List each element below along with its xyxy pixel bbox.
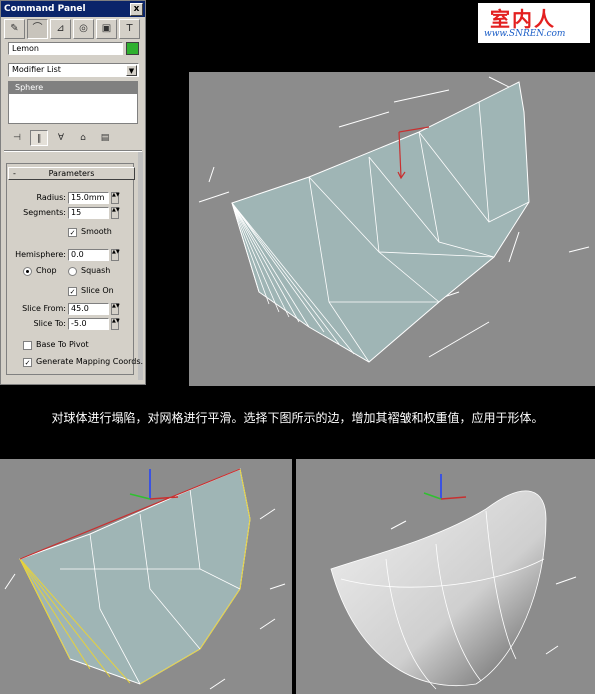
generate-mapping-label: Generate Mapping Coords. bbox=[36, 357, 144, 366]
slice-to-spinner[interactable]: ▲▼ bbox=[111, 318, 120, 330]
instruction-caption: 对球体进行塌陷，对网格进行平滑。选择下图所示的边，增加其褶皱和权重值，应用于形体… bbox=[51, 411, 544, 425]
panel-scrollbar[interactable] bbox=[138, 152, 143, 380]
lemon-wireframe bbox=[198, 76, 590, 363]
slice-on-checkbox[interactable]: ✓ bbox=[68, 287, 77, 296]
radius-label: Radius: bbox=[36, 193, 66, 202]
slice-to-label: Slice To: bbox=[33, 319, 66, 328]
base-to-pivot-label: Base To Pivot bbox=[36, 340, 89, 349]
hemisphere-spinner[interactable]: ▲▼ bbox=[111, 249, 120, 261]
slice-from-input[interactable]: 45.0 bbox=[68, 303, 109, 315]
main-viewport[interactable] bbox=[189, 72, 595, 386]
remove-modifier-icon[interactable]: ⌂ bbox=[74, 130, 92, 146]
logo-text: 室内人 bbox=[490, 7, 556, 31]
hemisphere-input[interactable]: 0.0 bbox=[68, 249, 109, 261]
base-to-pivot-checkbox[interactable] bbox=[23, 341, 32, 350]
parameters-rollout-header[interactable]: - Parameters bbox=[8, 167, 135, 180]
modifier-stack: Sphere bbox=[8, 81, 138, 124]
generate-mapping-checkbox[interactable]: ✓ bbox=[23, 358, 32, 367]
collapse-icon[interactable]: - bbox=[13, 168, 16, 179]
chop-radio[interactable] bbox=[23, 267, 32, 276]
lemon-edges-selected bbox=[4, 468, 286, 690]
chevron-down-icon[interactable]: ▼ bbox=[126, 65, 137, 76]
slice-from-spinner[interactable]: ▲▼ bbox=[111, 303, 120, 315]
close-icon[interactable]: x bbox=[130, 3, 143, 16]
radius-spinner[interactable]: ▲▼ bbox=[111, 192, 120, 204]
command-panel-title: Command Panel bbox=[4, 4, 86, 14]
segments-spinner[interactable]: ▲▼ bbox=[111, 207, 120, 219]
lemon-smoothed bbox=[330, 474, 577, 690]
logo-url: www.SNREN.com bbox=[484, 29, 566, 39]
bottom-left-viewport[interactable] bbox=[0, 459, 292, 694]
make-unique-icon[interactable]: ∀ bbox=[52, 130, 70, 146]
radius-input[interactable]: 15.0mm bbox=[68, 192, 109, 204]
command-panel-titlebar: Command Panel x bbox=[1, 1, 145, 17]
squash-radio[interactable] bbox=[68, 267, 77, 276]
motion-tab-icon[interactable]: ◎ bbox=[73, 19, 94, 39]
configure-sets-icon[interactable]: ▤ bbox=[96, 130, 114, 146]
bottom-right-viewport[interactable] bbox=[296, 459, 595, 694]
pin-stack-icon[interactable]: ⊣ bbox=[8, 130, 26, 146]
squash-label: Squash bbox=[81, 266, 111, 275]
object-color-swatch[interactable] bbox=[126, 42, 139, 55]
display-tab-icon[interactable]: ▣ bbox=[96, 19, 117, 39]
hierarchy-tab-icon[interactable]: ⊿ bbox=[50, 19, 71, 39]
modifier-list-label: Modifier List bbox=[12, 65, 61, 74]
utilities-tab-icon[interactable]: T bbox=[119, 19, 140, 39]
segments-label: Segments: bbox=[23, 208, 66, 217]
smooth-label: Smooth bbox=[81, 227, 112, 236]
modifier-list-dropdown[interactable]: Modifier List ▼ bbox=[8, 63, 139, 77]
rollout-title: Parameters bbox=[48, 169, 95, 178]
segments-input[interactable]: 15 bbox=[68, 207, 109, 219]
slice-from-label: Slice From: bbox=[22, 304, 66, 313]
slice-to-input[interactable]: -5.0 bbox=[68, 318, 109, 330]
object-name-field[interactable]: Lemon bbox=[8, 42, 123, 55]
create-tab-icon[interactable]: ✎ bbox=[4, 19, 25, 39]
divider bbox=[4, 150, 142, 152]
smooth-checkbox[interactable]: ✓ bbox=[68, 228, 77, 237]
hemisphere-label: Hemisphere: bbox=[15, 250, 66, 259]
site-logo: 室内人 www.SNREN.com bbox=[478, 3, 590, 43]
panel-tabs: ✎ ⌒ ⊿ ◎ ▣ T bbox=[4, 19, 142, 39]
chop-label: Chop bbox=[36, 266, 57, 275]
stack-toolbar: ⊣ ∥ ∀ ⌂ ▤ bbox=[8, 129, 140, 147]
modify-tab-icon[interactable]: ⌒ bbox=[27, 19, 48, 39]
stack-item-sphere[interactable]: Sphere bbox=[9, 82, 137, 94]
slice-on-label: Slice On bbox=[81, 286, 114, 295]
show-end-result-icon[interactable]: ∥ bbox=[30, 130, 48, 146]
